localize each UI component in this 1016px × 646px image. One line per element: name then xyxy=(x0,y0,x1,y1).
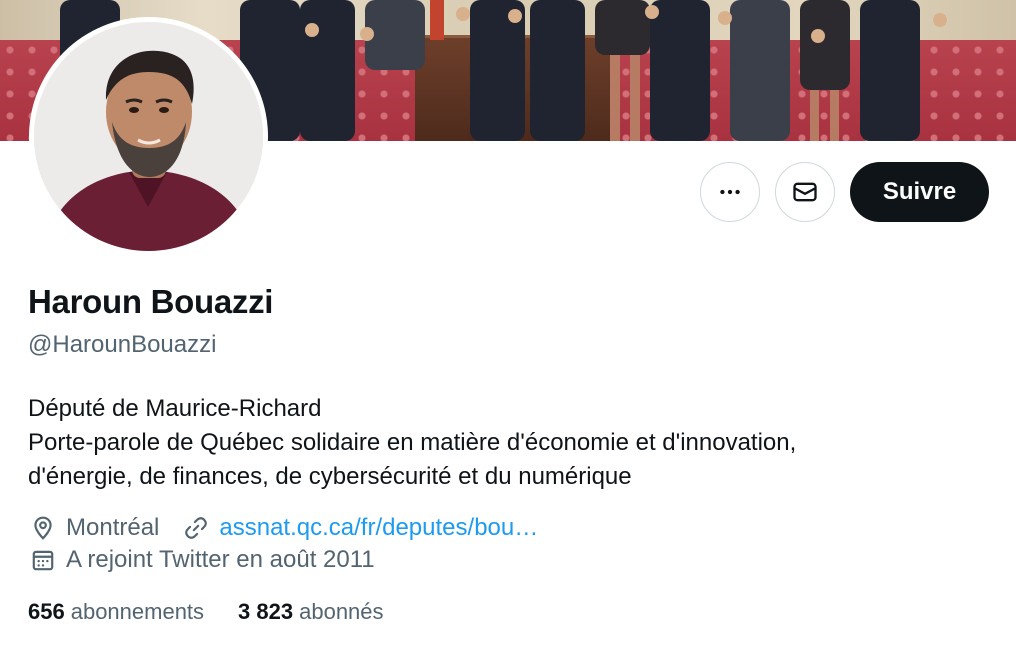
profile-avatar[interactable] xyxy=(29,17,268,256)
following-count: 656 xyxy=(28,599,65,624)
followers-count-link[interactable]: 3 823 abonnés xyxy=(238,599,383,625)
user-handle: @HarounBouazzi xyxy=(28,331,217,358)
follow-counts: 656 abonnements 3 823 abonnés xyxy=(28,599,418,625)
profile-bio: Député de Maurice-Richard Porte-parole d… xyxy=(28,392,988,494)
followers-label: abonnés xyxy=(299,599,384,624)
profile-meta-location-website: Montréal assnat.qc.ca/fr/deputes/bou… xyxy=(30,514,538,542)
display-name: Haroun Bouazzi xyxy=(28,283,274,320)
profile-location: Montréal xyxy=(66,514,160,541)
profile-meta-joined: A rejoint Twitter en août 2011 xyxy=(30,546,375,574)
followers-count: 3 823 xyxy=(238,599,294,624)
envelope-icon xyxy=(793,182,817,202)
following-count-link[interactable]: 656 abonnements xyxy=(28,599,204,625)
calendar-icon xyxy=(32,550,54,571)
profile-website-link[interactable]: assnat.qc.ca/fr/deputes/bou… xyxy=(219,514,538,542)
message-button[interactable] xyxy=(775,162,835,222)
bio-line: Porte-parole de Québec solidaire en mati… xyxy=(28,429,797,456)
profile-page: Suivre Haroun Bouazzi @HarounBouazzi Dép… xyxy=(0,0,1016,646)
follow-button[interactable]: Suivre xyxy=(850,162,989,222)
profile-joined-date: A rejoint Twitter en août 2011 xyxy=(66,546,375,573)
location-pin-icon xyxy=(34,516,52,540)
avatar-portrait xyxy=(34,22,263,251)
more-button[interactable] xyxy=(700,162,760,222)
following-label: abonnements xyxy=(70,599,205,624)
bio-line: Député de Maurice-Richard xyxy=(28,395,322,422)
more-horizontal-icon xyxy=(720,189,740,195)
bio-line: d'énergie, de finances, de cybersécurité… xyxy=(28,463,632,490)
avatar-photo xyxy=(34,22,263,251)
link-icon xyxy=(185,517,208,539)
